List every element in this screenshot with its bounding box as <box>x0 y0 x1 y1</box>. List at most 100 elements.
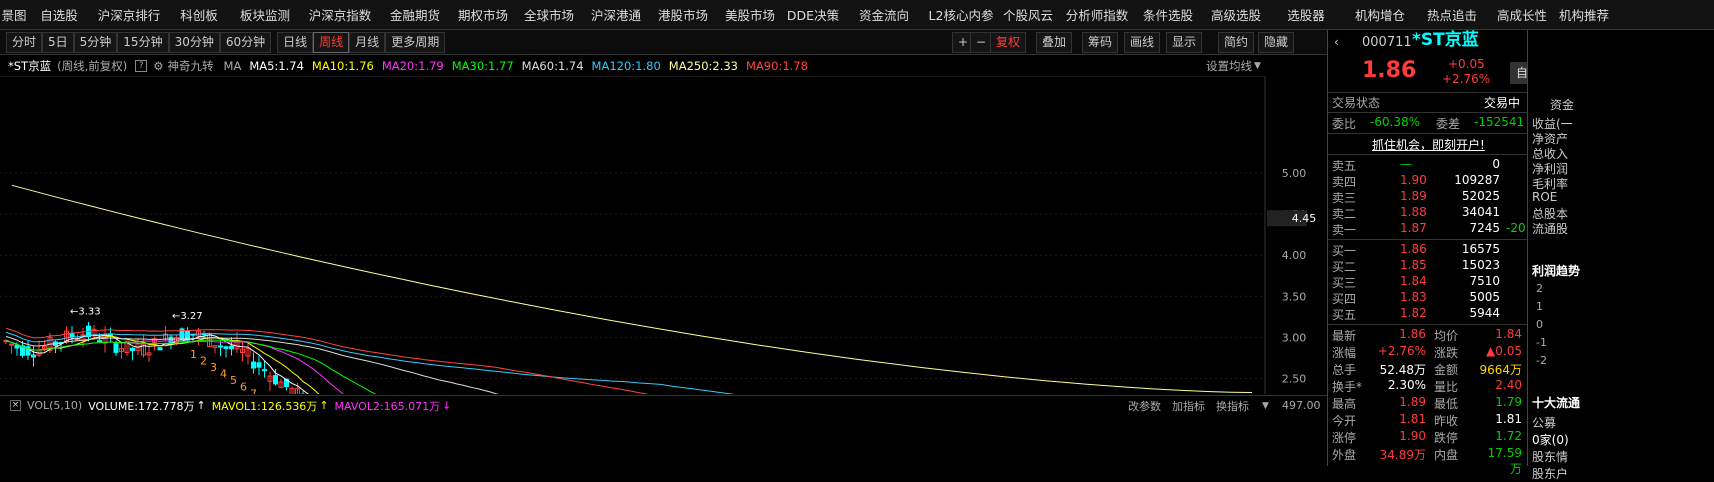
nav-item-1[interactable]: 自选股 <box>28 5 90 24</box>
profit-axis-label-4: -2 <box>1536 354 1547 367</box>
help-icon[interactable]: ? <box>135 60 147 72</box>
period-tab-0[interactable]: 分时 <box>6 32 42 53</box>
buy-level-label: 买四 <box>1332 290 1356 307</box>
holder-count-link[interactable]: 股东户 <box>1532 465 1568 482</box>
fund-label: 公募 <box>1532 414 1556 431</box>
period-tab-7[interactable]: 周线 <box>313 32 349 53</box>
ma-line <box>6 336 1266 394</box>
nav-item-11[interactable]: 美股市场 <box>716 5 784 24</box>
nav-item-3[interactable]: 科创板 <box>168 5 230 24</box>
open-account-link[interactable]: 抓住机会，即刻开户! <box>1372 136 1485 153</box>
buy-price[interactable]: 1.82 <box>1400 306 1427 320</box>
seq-label: 5 <box>230 374 237 387</box>
stat-cell: 外盘 <box>1332 446 1356 463</box>
nav-item-7[interactable]: 期权市场 <box>450 5 516 24</box>
chevron-down-icon[interactable]: ▼ <box>1262 401 1269 411</box>
stat-cell: 量比 <box>1434 378 1458 395</box>
nav-item-13[interactable]: 资金流向 <box>842 5 926 24</box>
sell-price[interactable]: 1.89 <box>1400 189 1427 203</box>
nav-item-12[interactable]: DDE决策 <box>784 5 842 24</box>
nav-item-16[interactable]: 分析师指数 <box>1060 5 1134 24</box>
sell-change: -20 <box>1506 221 1526 235</box>
add-indicator-link[interactable]: 加指标 <box>1172 398 1205 414</box>
buy-level-label: 买三 <box>1332 274 1356 291</box>
buy-price[interactable]: 1.84 <box>1400 274 1427 288</box>
down-arrow-icon: ↓ <box>442 399 451 412</box>
collapse-icon[interactable]: × <box>10 400 21 411</box>
indicator-info-bar: *ST京蓝 (周线,前复权) ? ⚙ 神奇九转 MA MA5:1.74MA10:… <box>0 56 1468 76</box>
sell-price[interactable]: 1.90 <box>1400 173 1427 187</box>
sell-price[interactable]: 1.87 <box>1400 221 1427 235</box>
price-axis-label-4: 3.00 <box>1282 331 1307 344</box>
sell-level-label: 卖二 <box>1332 205 1356 222</box>
top10-holders-title: 十大流通 <box>1532 394 1580 411</box>
toolbar-right-1[interactable]: − <box>970 32 992 53</box>
nav-item-20[interactable]: 机构增仓 <box>1342 5 1418 24</box>
period-tab-6[interactable]: 日线 <box>277 32 313 53</box>
stat-cell: 1.90 <box>1372 429 1426 443</box>
seq-label: 4 <box>220 368 227 381</box>
toolbar-right-2[interactable]: 复权 <box>990 32 1026 53</box>
candle-body <box>114 344 118 353</box>
price-axis-label-2: 4.00 <box>1282 249 1307 262</box>
nav-item-23[interactable]: 机构推荐 <box>1558 5 1610 24</box>
gear-icon[interactable]: ⚙ <box>153 59 163 73</box>
price-axis-label-5: 2.50 <box>1282 373 1307 386</box>
funds-tab[interactable]: 资金 <box>1550 96 1574 113</box>
sell-price[interactable]: 1.88 <box>1400 205 1427 219</box>
nav-item-9[interactable]: 沪深港通 <box>582 5 650 24</box>
ma-settings-link[interactable]: 设置均线 <box>1206 58 1252 74</box>
nav-item-15[interactable]: 个股风云 <box>996 5 1060 24</box>
period-tab-8[interactable]: 月线 <box>349 32 385 53</box>
sell-volume: 0 <box>1448 157 1500 171</box>
buy-price[interactable]: 1.83 <box>1400 290 1427 304</box>
nav-item-4[interactable]: 板块监测 <box>230 5 300 24</box>
candlestick-chart[interactable]: 5.004.504.003.503.002.502.001.504.45←3.3… <box>0 76 1325 394</box>
seq-label: 3 <box>210 361 217 374</box>
period-tab-9[interactable]: 更多周期 <box>385 32 445 53</box>
nav-item-19[interactable]: 选股器 <box>1270 5 1342 24</box>
period-tab-2[interactable]: 5分钟 <box>74 32 118 53</box>
toolbar-right-8[interactable]: 隐藏 <box>1258 32 1294 53</box>
period-tab-4[interactable]: 30分钟 <box>169 32 220 53</box>
nav-item-21[interactable]: 热点追击 <box>1418 5 1486 24</box>
period-tab-5[interactable]: 60分钟 <box>220 32 271 53</box>
sell-level-label: 卖四 <box>1332 173 1356 190</box>
toolbar-right-4[interactable]: 筹码 <box>1082 32 1118 53</box>
weicha-label: 委差 <box>1436 115 1460 132</box>
toolbar-right-3[interactable]: 叠加 <box>1036 32 1072 53</box>
toolbar-right-5[interactable]: 画线 <box>1124 32 1160 53</box>
stat-cell: 2.40 <box>1476 378 1522 392</box>
nav-item-2[interactable]: 沪深京排行 <box>90 5 168 24</box>
nav-item-17[interactable]: 条件选股 <box>1134 5 1202 24</box>
stat-cell: 9664万 <box>1476 361 1522 378</box>
chevron-down-icon[interactable]: ▼ <box>1254 61 1261 71</box>
holder-info-link[interactable]: 股东情 <box>1532 448 1568 465</box>
weicha-value: -152541 <box>1474 115 1524 129</box>
nav-item-6[interactable]: 金融期货 <box>380 5 450 24</box>
candle-body <box>158 348 162 350</box>
nav-item-8[interactable]: 全球市场 <box>516 5 582 24</box>
buy-price[interactable]: 1.86 <box>1400 242 1427 256</box>
nav-item-18[interactable]: 高级选股 <box>1202 5 1270 24</box>
nav-item-14[interactable]: L2核心内参 <box>926 5 996 24</box>
vol-label: VOL(5,10) <box>27 399 82 412</box>
indicator-name[interactable]: 神奇九转 <box>168 58 214 74</box>
period-tab-3[interactable]: 15分钟 <box>117 32 168 53</box>
nav-item-22[interactable]: 高成长性 <box>1486 5 1558 24</box>
fund-count: 0家(0) <box>1532 431 1569 448</box>
nav-item-5[interactable]: 沪深京指数 <box>300 5 380 24</box>
buy-volume: 7510 <box>1448 274 1500 288</box>
nav-item-10[interactable]: 港股市场 <box>650 5 716 24</box>
ma-value-6: MA250:2.33 <box>669 59 738 73</box>
toolbar-right-6[interactable]: 显示 <box>1166 32 1202 53</box>
buy-price[interactable]: 1.85 <box>1400 258 1427 272</box>
chevron-left-icon[interactable]: ‹ <box>1334 34 1339 51</box>
sell-price[interactable]: — <box>1400 157 1412 171</box>
period-tab-1[interactable]: 5日 <box>42 32 74 53</box>
change-params-link[interactable]: 改参数 <box>1128 398 1161 414</box>
buy-level-label: 买一 <box>1332 242 1356 259</box>
nav-item-0[interactable]: 景图 <box>0 5 28 24</box>
toolbar-right-7[interactable]: 简约 <box>1218 32 1254 53</box>
switch-indicator-link[interactable]: 换指标 <box>1216 398 1249 414</box>
